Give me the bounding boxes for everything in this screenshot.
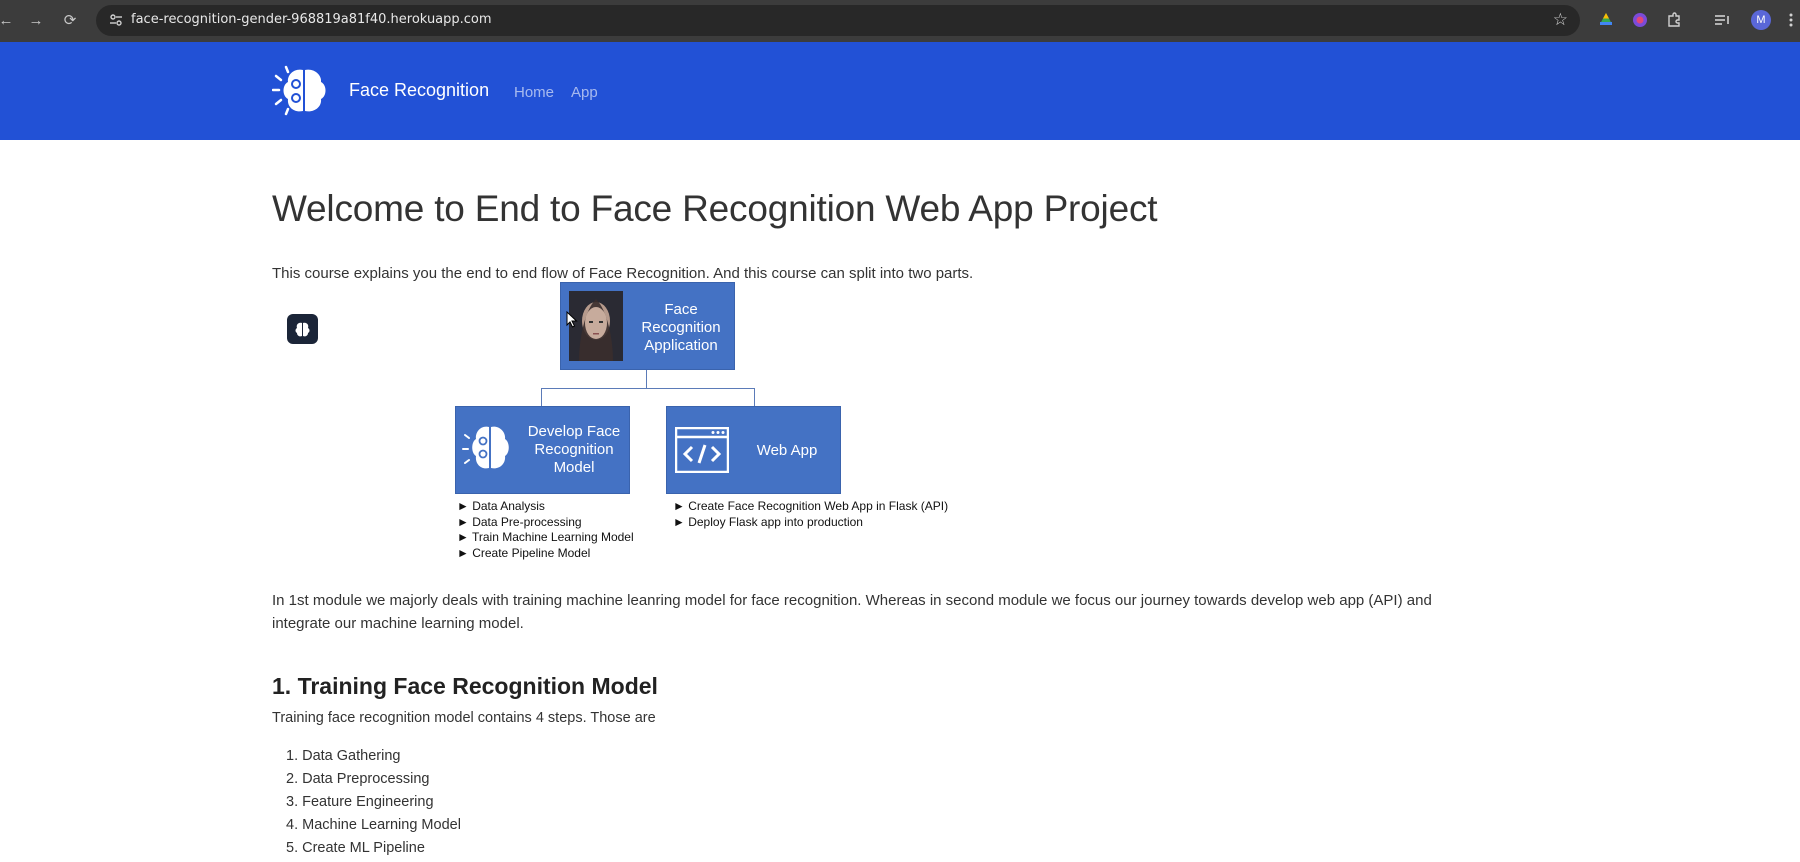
puzzle-extensions-icon[interactable] xyxy=(1665,11,1683,29)
extension-icon[interactable] xyxy=(1631,11,1649,29)
code-window-icon xyxy=(674,426,730,474)
web-app-label: Web App xyxy=(756,442,818,459)
intro-text: This course explains you the end to end … xyxy=(272,265,974,282)
site-settings-icon[interactable] xyxy=(108,12,124,28)
site-navbar: Face Recognition Home App xyxy=(0,42,1800,140)
list-item: 1. Data Gathering xyxy=(286,748,401,764)
list-item: 5. Create ML Pipeline xyxy=(286,840,425,856)
list-item: ► Create Face Recognition Web App in Fla… xyxy=(673,499,949,513)
steps-intro-text: Training face recognition model contains… xyxy=(272,710,656,726)
training-steps-list: 1. Data Gathering 2. Data Preprocessing … xyxy=(286,745,461,860)
web-app-node: Web App xyxy=(666,406,841,494)
list-item: ► Data Analysis xyxy=(457,499,545,513)
list-item: 2. Data Preprocessing xyxy=(286,771,430,787)
connector-left xyxy=(541,388,542,406)
menu-kebab-icon[interactable] xyxy=(1788,11,1796,29)
develop-model-node: Develop Face Recognition Model xyxy=(455,406,630,494)
list-item: 3. Feature Engineering xyxy=(286,794,434,810)
nav-link-app[interactable]: App xyxy=(571,84,598,101)
module-description: In 1st module we majorly deals with trai… xyxy=(272,592,1432,632)
face-recognition-app-node: Face Recognition Application xyxy=(560,282,735,370)
brand-title[interactable]: Face Recognition xyxy=(349,80,489,101)
nav-link-home[interactable]: Home xyxy=(514,84,554,101)
address-bar[interactable]: face-recognition-gender-968819a81f40.her… xyxy=(96,5,1580,36)
forward-icon[interactable]: → xyxy=(24,9,48,33)
brain-model-icon xyxy=(462,421,516,477)
connector-horizontal xyxy=(541,388,754,389)
back-icon[interactable]: ← xyxy=(0,9,18,33)
list-item: ► Data Pre-processing xyxy=(457,514,582,529)
url-text[interactable]: face-recognition-gender-968819a81f40.her… xyxy=(131,12,492,27)
list-item: ► Deploy Flask app into production xyxy=(673,514,863,529)
connector-right xyxy=(754,388,755,406)
list-item: ► Create Pipeline Model xyxy=(457,545,591,560)
bookmark-star-icon[interactable]: ☆ xyxy=(1553,10,1568,30)
page-title: Welcome to End to Face Recognition Web A… xyxy=(272,188,1158,229)
profile-avatar[interactable]: M xyxy=(1751,10,1771,30)
list-item: 4. Machine Learning Model xyxy=(286,817,461,833)
mouse-cursor-icon xyxy=(566,310,578,328)
media-controls-icon[interactable] xyxy=(1713,11,1731,29)
google-drive-icon[interactable] xyxy=(1597,11,1615,29)
develop-model-label: Develop Face Recognition Model xyxy=(527,423,621,476)
connector-vertical xyxy=(646,370,647,388)
model-steps-list: ► Data Analysis ► Data Pre-processing ► … xyxy=(457,499,634,561)
brain-logo-icon[interactable] xyxy=(271,62,334,120)
reload-icon[interactable]: ⟳ xyxy=(58,9,82,33)
webapp-steps-list: ► Create Face Recognition Web App in Fla… xyxy=(673,499,948,530)
browser-toolbar: ← → ⟳ face-recognition-gender-968819a81f… xyxy=(0,0,1800,42)
diagram-canvas: Face Recognition Application Develop Fac… xyxy=(272,282,1012,586)
list-item: ► Train Machine Learning Model xyxy=(457,530,634,544)
section-heading-training: 1. Training Face Recognition Model xyxy=(272,673,658,699)
root-node-label: Face Recognition Application xyxy=(641,301,721,354)
